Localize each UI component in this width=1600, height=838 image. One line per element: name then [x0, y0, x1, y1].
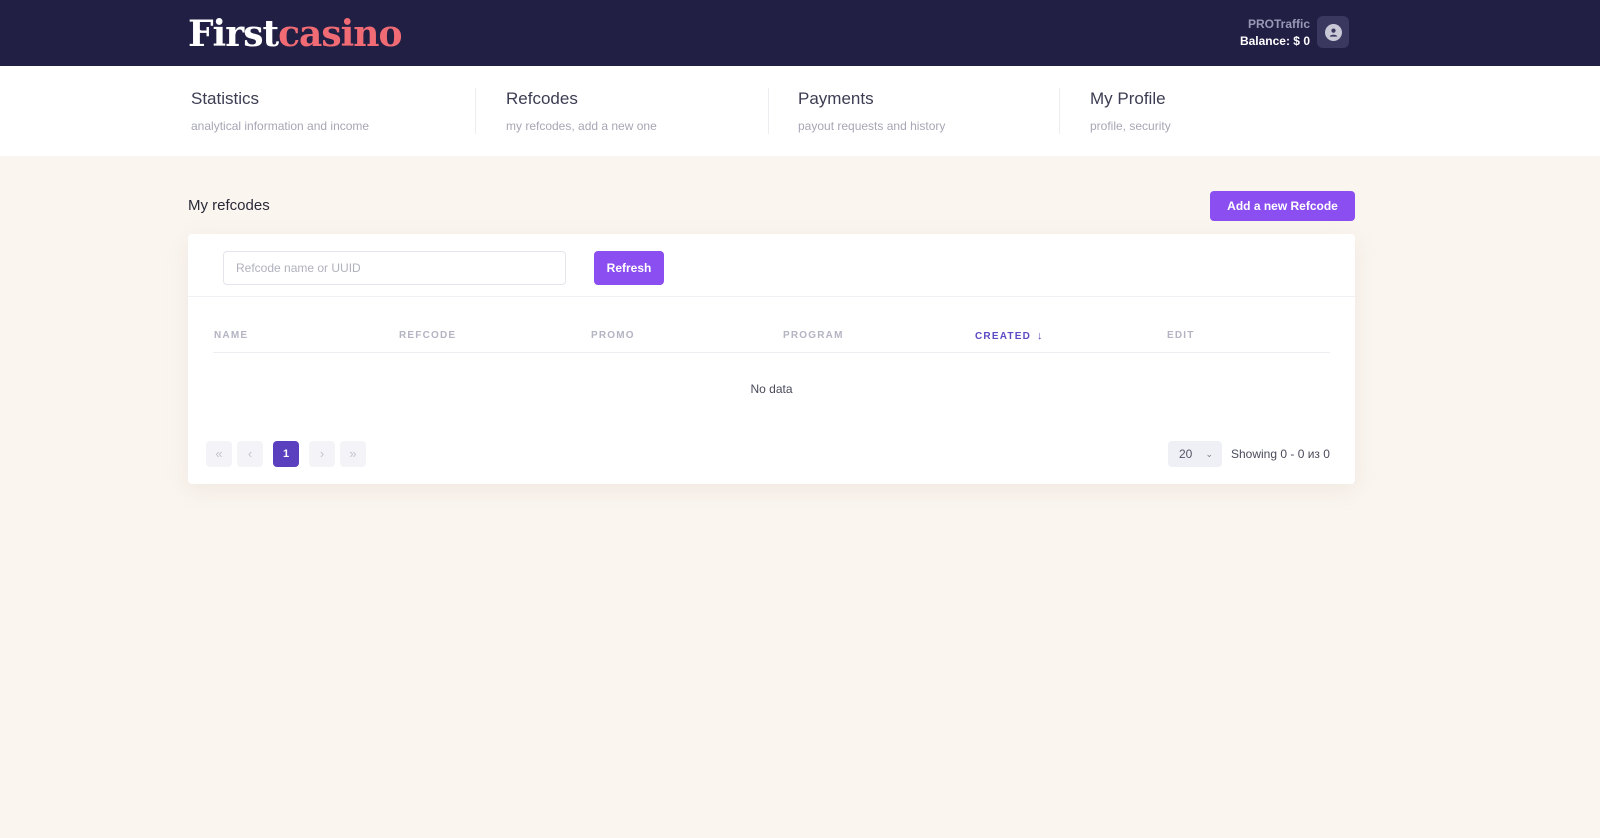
logo[interactable]: First casino ✦: [188, 12, 402, 56]
page-button-current[interactable]: 1: [273, 441, 299, 467]
column-header-name[interactable]: NAME: [214, 330, 248, 342]
nav-subtitle: my refcodes, add a new one: [506, 119, 657, 133]
nav-title: Statistics: [191, 89, 260, 108]
pagination-summary: Showing 0 - 0 из 0: [1231, 447, 1330, 461]
divider: [188, 296, 1355, 297]
nav-item-payments[interactable]: Payments payout requests and history: [798, 88, 945, 138]
prev-page-icon[interactable]: ‹: [237, 441, 263, 467]
sort-descending-icon: ↓: [1037, 330, 1044, 342]
nav-divider: [768, 88, 769, 134]
column-header-program[interactable]: PROGRAM: [783, 330, 844, 342]
nav-divider: [1059, 88, 1060, 134]
table-header-divider: [213, 352, 1330, 353]
logo-casino: casino: [278, 13, 402, 55]
top-bar: First casino ✦ PROTraffic Balance: $ 0: [0, 0, 1600, 66]
column-header-created[interactable]: CREATED ↓: [975, 330, 1044, 343]
nav-title: Payments: [798, 89, 874, 108]
nav-title: Refcodes: [506, 89, 578, 108]
nav-title: My Profile: [1090, 89, 1166, 108]
nav-subtitle: payout requests and history: [798, 119, 946, 133]
add-refcode-button[interactable]: Add a new Refcode: [1210, 191, 1355, 221]
column-header-edit: EDIT: [1167, 330, 1195, 341]
page-size-select[interactable]: 20 ⌄: [1168, 441, 1222, 467]
page-size-value: 20: [1179, 447, 1193, 461]
user-icon: [1324, 23, 1342, 41]
nav-subtitle: analytical information and income: [191, 119, 370, 133]
main-navigation: Statistics analytical information and in…: [0, 66, 1600, 156]
refresh-button[interactable]: Refresh: [594, 251, 664, 285]
search-input[interactable]: [223, 251, 566, 285]
user-avatar-button[interactable]: [1317, 16, 1349, 48]
nav-item-refcodes[interactable]: Refcodes my refcodes, add a new one: [506, 88, 657, 138]
empty-state: No data: [750, 382, 793, 396]
user-balance: Balance: $ 0: [1239, 34, 1310, 48]
logo-sparkle-icon: ✦: [192, 24, 204, 40]
column-header-promo[interactable]: PROMO: [591, 330, 635, 342]
next-page-icon[interactable]: ›: [309, 441, 335, 467]
refcodes-card: Refresh NAME REFCODE PROMO PROGRAM CREAT…: [188, 234, 1355, 484]
column-header-label: CREATED: [975, 331, 1031, 342]
nav-item-statistics[interactable]: Statistics analytical information and in…: [191, 88, 369, 138]
page-title: My refcodes: [188, 197, 270, 214]
last-page-icon[interactable]: »: [340, 441, 366, 467]
chevron-down-icon: ⌄: [1205, 449, 1213, 459]
user-name: PROTraffic: [1247, 17, 1310, 31]
column-header-refcode[interactable]: REFCODE: [399, 330, 456, 342]
nav-subtitle: profile, security: [1090, 119, 1171, 133]
nav-divider: [475, 88, 476, 134]
user-info[interactable]: PROTraffic Balance: $ 0: [1240, 17, 1310, 49]
nav-item-my-profile[interactable]: My Profile profile, security: [1090, 88, 1171, 138]
first-page-icon[interactable]: «: [206, 441, 232, 467]
